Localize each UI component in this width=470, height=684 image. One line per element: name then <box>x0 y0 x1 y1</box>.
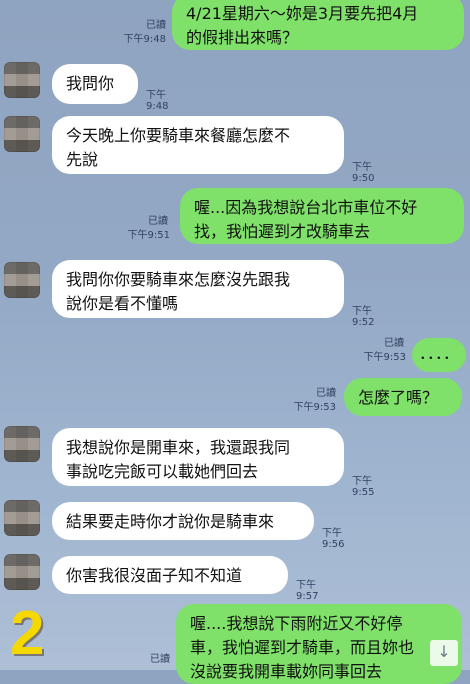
avatar[interactable] <box>4 554 40 590</box>
read-receipt: 已讀 <box>148 216 168 227</box>
read-receipt: 已讀 <box>150 654 170 665</box>
avatar[interactable] <box>4 262 40 298</box>
overlay-number: 2 <box>10 599 45 668</box>
message-time: 下午9:52 <box>352 306 375 328</box>
message-time: 下午9:53 <box>363 352 406 363</box>
message-bubble[interactable]: 結果要走時你才說你是騎車來 <box>52 502 314 540</box>
avatar[interactable] <box>4 116 40 152</box>
message-bubble[interactable]: ．．．． <box>412 338 466 372</box>
message-time: 下午9:57 <box>296 580 319 602</box>
read-receipt: 已讀 <box>146 20 166 31</box>
message-bubble[interactable]: 喔...因為我想說台北市車位不好 找，我怕遲到才改騎車去 <box>180 188 464 244</box>
message-bubble[interactable]: 喔....我想說下雨附近又不好停 車，我怕遲到才騎車，而且妳也 沒說要我開車載妳… <box>176 604 462 684</box>
avatar[interactable] <box>4 426 40 462</box>
message-bubble[interactable]: 我問你 <box>52 64 138 104</box>
message-time: 下午9:48 <box>146 90 169 112</box>
avatar[interactable] <box>4 500 40 536</box>
message-bubble[interactable]: 怎麼了嗎？ <box>344 378 462 416</box>
message-time: 下午9:55 <box>352 476 375 498</box>
message-time: 下午9:50 <box>352 162 375 184</box>
message-time: 下午9:53 <box>293 402 336 413</box>
message-time: 下午9:51 <box>127 230 170 241</box>
down-arrow-icon[interactable]: ↓ <box>430 640 458 666</box>
read-receipt: 已讀 <box>316 388 336 399</box>
message-time: 下午9:56 <box>322 528 345 550</box>
read-receipt: 已讀 <box>384 338 404 349</box>
message-time: 下午9:48 <box>123 34 166 45</box>
message-bubble[interactable]: 我問你你要騎車來怎麼沒先跟我 說你是看不懂嗎 <box>52 260 344 318</box>
avatar[interactable] <box>4 62 40 98</box>
message-bubble[interactable]: 你害我很沒面子知不知道 <box>52 556 288 594</box>
message-bubble[interactable]: 今天晚上你要騎車來餐廳怎麼不 先說 <box>52 116 344 174</box>
message-bubble[interactable]: 我想說你是開車來，我還跟我同 事說吃完飯可以載她們回去 <box>52 428 344 486</box>
message-bubble[interactable]: 4/21星期六～妳是3月要先把4月 的假排出來嗎？ <box>172 0 464 50</box>
